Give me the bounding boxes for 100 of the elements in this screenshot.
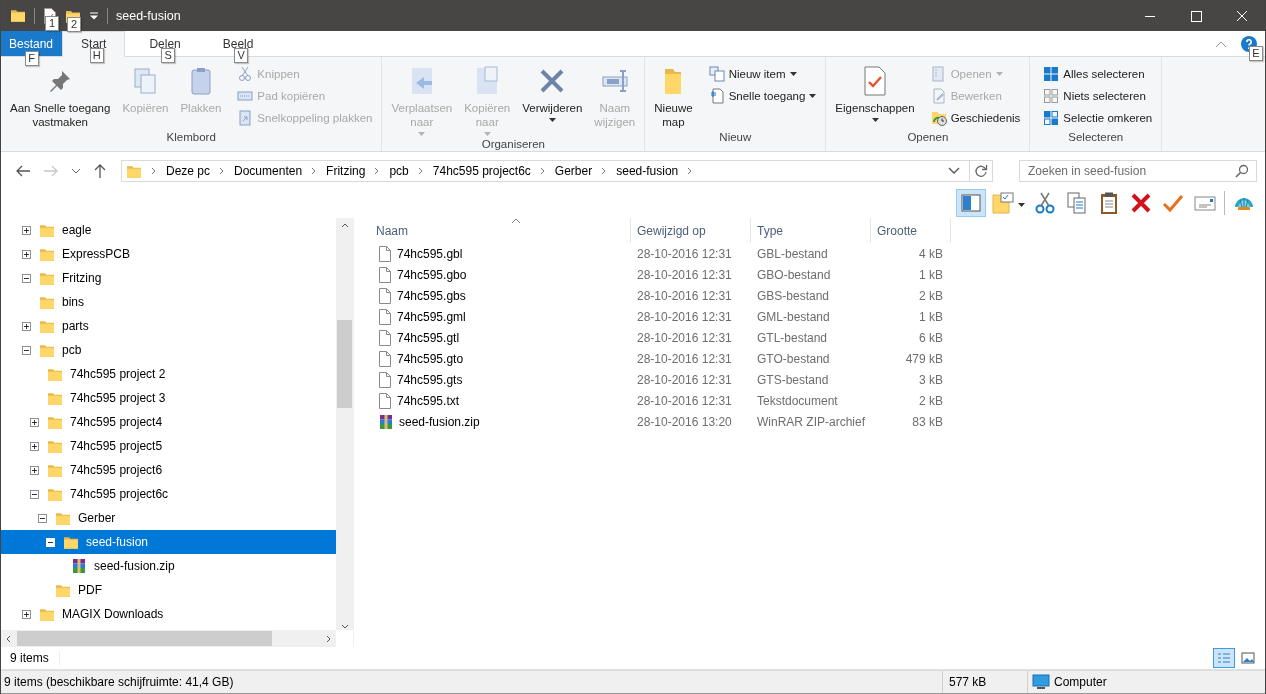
tree-item[interactable]: parts <box>1 314 336 338</box>
column-header[interactable]: Type <box>751 218 871 243</box>
folder-icon <box>39 318 55 334</box>
ribbon-button[interactable]: Aan Snelle toegang vastmaken <box>7 63 114 131</box>
expand-icon[interactable] <box>30 417 39 427</box>
tree-item[interactable]: 74hc595 project6c <box>1 482 336 506</box>
tree-item[interactable]: ExpressPCB <box>1 242 336 266</box>
document-icon <box>378 329 392 346</box>
tree-item[interactable]: 74hc595 project4 <box>1 410 336 434</box>
file-name-cell[interactable]: 74hc595.txt <box>370 392 631 409</box>
file-name-cell[interactable]: 74hc595.gbo <box>370 266 631 283</box>
collapse-icon[interactable] <box>30 489 39 499</box>
table-cell-text: 28-10-2016 12:31 <box>636 393 733 408</box>
breadcrumb-item[interactable]: Gerber <box>554 164 593 178</box>
expand-icon[interactable] <box>22 609 31 619</box>
file-name-cell[interactable]: seed-fusion.zip <box>370 413 631 430</box>
file-name-cell[interactable]: 74hc595.gtl <box>370 329 631 346</box>
ribbon-button[interactable]: Niets selecteren <box>1040 85 1156 106</box>
column-header[interactable]: Grootte <box>871 218 951 243</box>
vertical-scrollbar[interactable] <box>336 218 353 630</box>
column-header[interactable]: Gewijzigd op <box>631 218 751 243</box>
tree-item[interactable]: bins <box>1 290 336 314</box>
breadcrumb-item[interactable]: 74hc595 project6c <box>432 164 531 178</box>
search-field[interactable]: Zoeken in seed-fusion <box>1019 160 1257 182</box>
preview-pane-icon <box>959 191 983 215</box>
archive-icon <box>378 413 394 430</box>
up-icon[interactable] <box>93 163 107 179</box>
collapse-ribbon-icon[interactable] <box>1215 39 1227 48</box>
folder-icon <box>10 8 26 23</box>
tree-item[interactable]: seed-fusion <box>1 530 336 554</box>
breadcrumb-item[interactable]: Deze pc <box>166 164 211 178</box>
table-cell-text: 2 kB <box>918 288 944 303</box>
breadcrumb-item[interactable]: Documenten <box>234 164 303 178</box>
breadcrumb-item[interactable]: seed-fusion <box>616 164 679 178</box>
folder-icon <box>39 342 55 358</box>
expand-icon[interactable] <box>30 441 39 451</box>
tree-item[interactable]: pcb <box>1 338 336 362</box>
tree-item[interactable]: 74hc595 project 3 <box>1 386 336 410</box>
ribbon-button[interactable]: Verwijderen <box>519 63 586 124</box>
address-bar[interactable]: Deze pc Documenten Fritzing pcb 74hc595 project6c Gerber seed-fusion <box>121 160 993 182</box>
ribbon-button[interactable]: Snelle toegang <box>705 85 820 106</box>
ribbon-button[interactable]: Selectie omkeren <box>1040 107 1156 128</box>
chevron-icon[interactable] <box>374 167 381 175</box>
document-icon <box>378 371 392 388</box>
tree-item[interactable]: eagle <box>1 218 336 242</box>
scroll-left-icon[interactable] <box>5 634 13 643</box>
scrollbar-thumb[interactable] <box>17 631 272 646</box>
file-name-cell[interactable]: 74hc595.gbl <box>370 245 631 262</box>
recent-caret-icon[interactable] <box>71 168 81 174</box>
expand-icon[interactable] <box>30 465 39 475</box>
tree-item[interactable]: Gerber <box>1 506 336 530</box>
file-name-cell[interactable]: 74hc595.gbs <box>370 287 631 304</box>
ribbon-button[interactable]: Nieuwe map <box>651 63 696 131</box>
ribbon-button[interactable]: Nieuw item <box>705 63 820 84</box>
chevron-icon[interactable] <box>539 167 546 175</box>
ribbon-button[interactable]: Geschiedenis <box>927 107 1024 128</box>
breadcrumb-item[interactable]: Fritzing <box>326 164 366 178</box>
toolbar-button[interactable] <box>956 189 986 217</box>
caret-icon <box>418 132 426 136</box>
tree-item[interactable]: PDF <box>1 578 336 602</box>
horizontal-scrollbar[interactable] <box>1 630 336 647</box>
scrollbar-thumb[interactable] <box>337 320 352 408</box>
table-cell-text: 28-10-2016 13:20 <box>636 414 733 429</box>
scroll-down-icon[interactable] <box>340 622 349 630</box>
file-name-cell[interactable]: 74hc595.gts <box>370 371 631 388</box>
collapse-icon[interactable] <box>22 273 31 283</box>
group-label: Nieuw <box>718 131 753 145</box>
folder-icon <box>47 438 63 454</box>
scroll-right-icon[interactable] <box>324 634 332 643</box>
chevron-icon[interactable] <box>687 167 694 175</box>
tree-item[interactable]: seed-fusion.zip <box>1 554 336 578</box>
dropdown-icon[interactable] <box>948 167 960 175</box>
chevron-icon[interactable] <box>311 167 318 175</box>
tree-item[interactable]: 74hc595 project 2 <box>1 362 336 386</box>
customize-caret-icon[interactable] <box>89 11 99 20</box>
back-icon[interactable] <box>15 164 31 178</box>
chevron-icon[interactable] <box>417 167 424 175</box>
tree-item[interactable]: Fritzing <box>1 266 336 290</box>
expand-icon[interactable] <box>22 249 31 259</box>
breadcrumb-item[interactable]: pcb <box>389 164 409 178</box>
collapse-icon[interactable] <box>38 513 47 523</box>
ribbon-button[interactable]: Alles selecteren <box>1040 63 1156 84</box>
tree-item[interactable]: 74hc595 project5 <box>1 434 336 458</box>
refresh-icon[interactable] <box>974 164 988 178</box>
chevron-icon[interactable] <box>219 167 226 175</box>
chevron-icon[interactable] <box>601 167 608 175</box>
expand-icon[interactable] <box>22 225 31 235</box>
collapse-icon[interactable] <box>22 345 31 355</box>
table-cell-text: 3 kB <box>918 372 944 387</box>
document-icon <box>378 287 392 304</box>
tree-item[interactable]: MAGIX Downloads <box>1 602 336 626</box>
ribbon-button[interactable]: Eigenschappen <box>832 63 918 124</box>
table-cell-text: 28-10-2016 12:31 <box>636 372 733 387</box>
expand-icon[interactable] <box>22 321 31 331</box>
scroll-up-icon[interactable] <box>340 222 349 230</box>
column-header[interactable]: Naam <box>370 218 631 243</box>
file-name-cell[interactable]: 74hc595.gml <box>370 308 631 325</box>
chevron-icon[interactable] <box>151 167 157 175</box>
file-name-cell[interactable]: 74hc595.gto <box>370 350 631 367</box>
tree-item[interactable]: 74hc595 project6 <box>1 458 336 482</box>
